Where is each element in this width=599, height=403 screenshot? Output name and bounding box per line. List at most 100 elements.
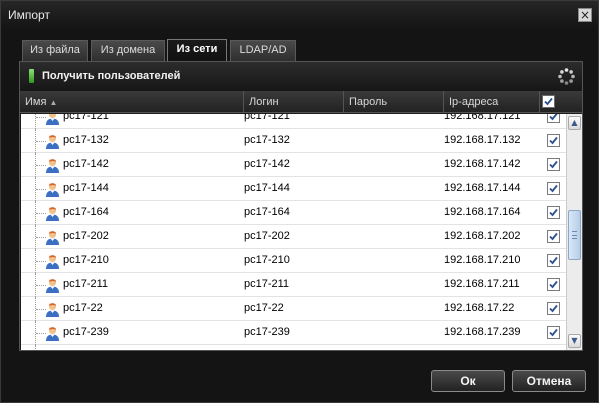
user-icon — [46, 134, 59, 149]
name-cell: pc17-142 — [63, 158, 109, 170]
ip-cell: 192.168.17.144 — [444, 182, 521, 194]
import-dialog: Импорт × Из файла Из домена Из сети LDAP… — [0, 0, 599, 403]
table-body: pc17-121 pc17-121 192.168.17.121 pc17-132 pc… — [21, 114, 566, 350]
network-panel: Получить пользователей Имя ▲ Логин Пароль… — [19, 61, 583, 351]
login-cell: pc17-144 — [244, 182, 290, 194]
vertical-scrollbar[interactable]: ▲ ▼ — [566, 114, 582, 350]
tree-line — [35, 345, 36, 350]
name-cell: pc17-132 — [63, 134, 109, 146]
user-icon — [45, 349, 60, 350]
login-cell: pc17-210 — [244, 254, 290, 266]
login-cell: pc17-121 — [244, 114, 290, 122]
green-bar-icon[interactable] — [29, 69, 34, 83]
toolbar: Получить пользователей — [20, 62, 582, 91]
login-cell: pc17-164 — [244, 206, 290, 218]
name-cell: pc17-22 — [63, 302, 103, 314]
select-all-checkbox[interactable] — [542, 95, 555, 108]
tab-from-domain[interactable]: Из домена — [91, 40, 165, 61]
table-row[interactable]: pc17-164 pc17-164 192.168.17.164 — [21, 201, 566, 225]
table-row[interactable]: pc17-210 pc17-210 192.168.17.210 — [21, 249, 566, 273]
user-icon — [46, 254, 59, 269]
login-cell: pc17-132 — [244, 134, 290, 146]
sort-ascending-icon: ▲ — [49, 98, 58, 107]
name-cell: pc17-202 — [63, 230, 109, 242]
checkmark-icon — [549, 114, 558, 121]
column-header-ip[interactable]: Ip-адреса — [444, 91, 540, 113]
ip-cell: 192.168.17.142 — [444, 158, 521, 170]
column-header-login[interactable]: Логин — [244, 91, 344, 113]
column-header-password[interactable]: Пароль — [344, 91, 444, 113]
checkmark-icon — [549, 184, 558, 193]
window-title: Импорт — [8, 8, 50, 22]
ip-cell: 192.168.17.211 — [444, 278, 520, 290]
checkmark-icon — [549, 208, 558, 217]
title-bar[interactable]: Импорт × — [1, 1, 598, 29]
user-icon — [46, 182, 59, 197]
ip-cell: 192.168.17.164 — [444, 206, 521, 218]
scroll-up-arrow-icon[interactable]: ▲ — [568, 116, 581, 130]
row-checkbox[interactable] — [547, 230, 560, 243]
row-checkbox[interactable] — [547, 114, 560, 123]
table-row[interactable]: pc17-211 pc17-211 192.168.17.211 — [21, 273, 566, 297]
login-cell: pc17-142 — [244, 158, 290, 170]
tab-from-network[interactable]: Из сети — [167, 39, 227, 61]
name-cell: pc17-164 — [63, 206, 109, 218]
row-checkbox[interactable] — [547, 134, 560, 147]
table-row[interactable]: pc17-239 pc17-239 192.168.17.239 — [21, 321, 566, 345]
row-checkbox[interactable] — [547, 254, 560, 267]
cancel-button[interactable]: Отмена — [512, 370, 586, 392]
ip-cell: 192.168.17.210 — [444, 254, 521, 266]
row-checkbox[interactable] — [547, 206, 560, 219]
table-row[interactable]: pc17-144 pc17-144 192.168.17.144 — [21, 177, 566, 201]
grip-icon — [572, 231, 577, 239]
column-header-name[interactable]: Имя ▲ — [20, 91, 244, 113]
user-icon — [46, 158, 59, 173]
user-icon — [46, 278, 59, 293]
user-icon — [46, 326, 59, 341]
user-icon — [46, 114, 59, 125]
table-row[interactable]: pc17-22 pc17-22 192.168.17.22 — [21, 297, 566, 321]
table-row[interactable] — [21, 345, 566, 350]
get-users-label[interactable]: Получить пользователей — [42, 70, 180, 82]
checkmark-icon — [549, 280, 558, 289]
name-cell: pc17-239 — [63, 326, 109, 338]
tab-from-file[interactable]: Из файла — [22, 40, 88, 61]
user-icon — [46, 230, 59, 245]
tab-ldap-ad[interactable]: LDAP/AD — [230, 40, 296, 61]
table-rows: pc17-121 pc17-121 192.168.17.121 pc17-132 pc… — [21, 114, 566, 350]
row-checkbox[interactable] — [547, 278, 560, 291]
ip-cell: 192.168.17.22 — [444, 302, 515, 314]
checkmark-icon — [549, 160, 558, 169]
checkmark-icon — [549, 232, 558, 241]
close-icon[interactable]: × — [580, 8, 590, 22]
user-icon — [46, 206, 59, 221]
row-checkbox[interactable] — [547, 326, 560, 339]
row-checkbox[interactable] — [547, 158, 560, 171]
user-icon — [46, 302, 59, 317]
name-cell: pc17-210 — [63, 254, 109, 266]
table-row[interactable]: pc17-121 pc17-121 192.168.17.121 — [21, 114, 566, 129]
row-checkbox[interactable] — [547, 302, 560, 315]
scrollbar-thumb[interactable] — [568, 210, 581, 260]
table-header: Имя ▲ Логин Пароль Ip-адреса — [20, 91, 582, 113]
column-header-name-label: Имя — [25, 96, 47, 108]
loading-spinner-icon[interactable] — [558, 68, 575, 85]
table-row[interactable]: pc17-202 pc17-202 192.168.17.202 — [21, 225, 566, 249]
ip-cell: 192.168.17.202 — [444, 230, 521, 242]
row-checkbox[interactable] — [547, 182, 560, 195]
login-cell: pc17-239 — [244, 326, 290, 338]
ok-button[interactable]: Ок — [431, 370, 505, 392]
close-button[interactable]: × — [578, 8, 592, 22]
checkmark-icon — [549, 256, 558, 265]
checkmark-icon — [549, 328, 558, 337]
ip-cell: 192.168.17.121 — [444, 114, 521, 122]
ip-cell: 192.168.17.132 — [444, 134, 521, 146]
table-row[interactable]: pc17-142 pc17-142 192.168.17.142 — [21, 153, 566, 177]
checkmark-icon — [549, 136, 558, 145]
ip-cell: 192.168.17.239 — [444, 326, 521, 338]
table-row[interactable]: pc17-132 pc17-132 192.168.17.132 — [21, 129, 566, 153]
scroll-down-arrow-icon[interactable]: ▼ — [568, 334, 581, 348]
login-cell: pc17-211 — [244, 278, 290, 290]
checkmark-icon — [544, 97, 553, 106]
login-cell: pc17-22 — [244, 302, 284, 314]
